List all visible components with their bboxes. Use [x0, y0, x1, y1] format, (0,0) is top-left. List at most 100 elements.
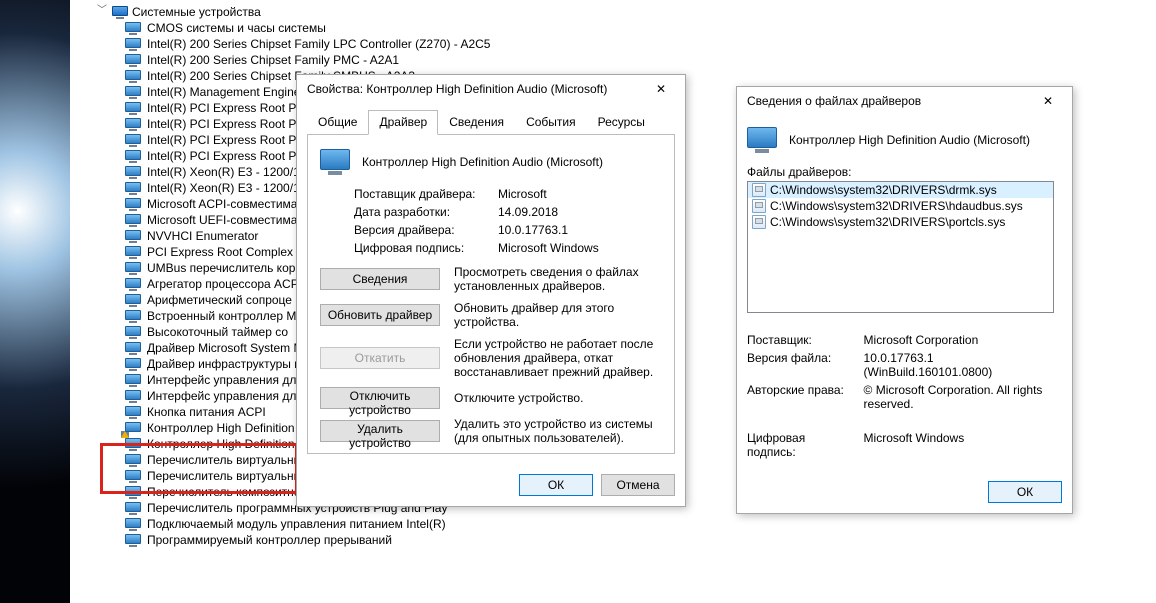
tree-item-label: Microsoft UEFI-совместима: [147, 212, 297, 228]
device-icon: [125, 358, 141, 371]
prop-label: Поставщик драйвера:: [354, 185, 498, 203]
tab-Ресурсы[interactable]: Ресурсы: [587, 110, 656, 135]
tree-item[interactable]: CMOS системы и часы системы: [125, 20, 1156, 36]
driver-action-desc: Если устройство не работает после обновл…: [454, 337, 668, 379]
prop-value: Microsoft Windows: [864, 429, 1062, 461]
device-icon: [125, 262, 141, 275]
device-name: Контроллер High Definition Audio (Micros…: [362, 155, 603, 169]
device-icon: [125, 38, 141, 51]
tree-item-label: Intel(R) PCI Express Root Por: [147, 148, 307, 164]
prop-value: 10.0.17763.1 (WinBuild.160101.0800): [864, 349, 1062, 381]
ok-button[interactable]: ОК: [988, 481, 1062, 503]
file-icon: [752, 199, 766, 213]
tree-item-label: PCI Express Root Complex: [147, 244, 293, 260]
tree-item[interactable]: Подключаемый модуль управления питанием …: [125, 516, 1156, 532]
tree-item-label: Интерфейс управления для: [147, 372, 303, 388]
driver-action-button[interactable]: Отключить устройство: [320, 387, 440, 409]
device-icon: [125, 182, 141, 195]
prop-label: Версия драйвера:: [354, 221, 498, 239]
device-icon: [125, 166, 141, 179]
tree-item-label: Intel(R) Management Engine: [147, 84, 300, 100]
device-icon: [125, 518, 141, 531]
tab-strip: ОбщиеДрайверСведенияСобытияРесурсы: [307, 109, 675, 135]
tree-item-label: Перечислитель виртуальны: [147, 452, 302, 468]
tree-item-label: Подключаемый модуль управления питанием …: [147, 516, 446, 532]
prop-label: Цифровая подпись:: [747, 429, 864, 461]
device-icon: [125, 134, 141, 147]
driver-action-button[interactable]: Обновить драйвер: [320, 304, 440, 326]
prop-value: Microsoft: [498, 185, 607, 203]
device-icon: [125, 534, 141, 547]
tree-item-label: Интерфейс управления для: [147, 388, 303, 404]
driver-action-desc: Удалить это устройство из системы (для о…: [454, 417, 668, 445]
tab-Сведения[interactable]: Сведения: [438, 110, 515, 135]
tree-root-label: Системные устройства: [132, 4, 261, 20]
device-icon: [125, 118, 141, 131]
tree-item-label: Intel(R) Xeon(R) E3 - 1200/15: [147, 164, 306, 180]
device-icon: [125, 198, 141, 211]
tree-item-label: Microsoft ACPI-совместима: [147, 196, 297, 212]
prop-value: Microsoft Corporation: [864, 331, 1062, 349]
tab-События[interactable]: События: [515, 110, 587, 135]
driver-file-item[interactable]: C:\Windows\system32\DRIVERS\drmk.sys: [748, 182, 1053, 198]
cancel-button[interactable]: Отмена: [601, 474, 675, 496]
driver-action-button[interactable]: Сведения: [320, 268, 440, 290]
tree-root[interactable]: ﹀ Системные устройства: [96, 4, 1156, 20]
device-icon: [125, 70, 141, 83]
device-icon: [125, 470, 141, 483]
driver-properties-table: Поставщик драйвера:MicrosoftДата разрабо…: [354, 185, 607, 257]
tree-item-label: Intel(R) 200 Series Chipset Family LPC C…: [147, 36, 490, 52]
driver-file-item[interactable]: C:\Windows\system32\DRIVERS\portcls.sys: [748, 214, 1053, 230]
device-icon: [747, 127, 777, 153]
device-icon: [125, 502, 141, 515]
tree-item-label: UMBus перечислитель кор: [147, 260, 295, 276]
tree-item[interactable]: Intel(R) 200 Series Chipset Family PMC -…: [125, 52, 1156, 68]
device-icon: [125, 438, 141, 451]
device-icon: [125, 102, 141, 115]
device-name: Контроллер High Definition Audio (Micros…: [789, 133, 1030, 147]
tree-item[interactable]: Intel(R) 200 Series Chipset Family LPC C…: [125, 36, 1156, 52]
file-icon: [752, 183, 766, 197]
prop-label: Авторские права:: [747, 381, 864, 413]
device-icon: [125, 406, 141, 419]
device-icon: [125, 54, 141, 67]
dialog-title: Сведения о файлах драйверов: [747, 94, 921, 108]
device-icon: [125, 374, 141, 387]
tree-item-label: Intel(R) PCI Express Root Por: [147, 132, 307, 148]
tree-item-label: Кнопка питания ACPI: [147, 404, 266, 420]
tree-item-label: CMOS системы и часы системы: [147, 20, 326, 36]
tree-item-label: Intel(R) PCI Express Root Por: [147, 116, 307, 132]
device-icon: [125, 246, 141, 259]
tree-item[interactable]: Программируемый контроллер прерываний: [125, 532, 1156, 548]
device-icon: [125, 22, 141, 35]
driver-file-item[interactable]: C:\Windows\system32\DRIVERS\hdaudbus.sys: [748, 198, 1053, 214]
ok-button[interactable]: ОК: [519, 474, 593, 496]
driver-file-path: C:\Windows\system32\DRIVERS\hdaudbus.sys: [770, 199, 1023, 213]
driver-action-desc: Отключите устройство.: [454, 391, 668, 405]
dialog-title: Свойства: Контроллер High Definition Aud…: [307, 82, 607, 96]
driver-file-path: C:\Windows\system32\DRIVERS\drmk.sys: [770, 183, 997, 197]
collapse-icon[interactable]: ﹀: [96, 3, 108, 19]
driver-action-button[interactable]: Удалить устройство: [320, 420, 440, 442]
device-icon: [125, 230, 141, 243]
close-button[interactable]: ✕: [645, 79, 677, 99]
device-warning-icon: [125, 422, 141, 435]
tree-item-label: Контроллер High Definition: [147, 436, 295, 452]
close-button[interactable]: ✕: [1032, 91, 1064, 111]
prop-label: Цифровая подпись:: [354, 239, 498, 257]
device-icon: [125, 214, 141, 227]
prop-label: Поставщик:: [747, 331, 864, 349]
device-icon: [125, 294, 141, 307]
prop-label: Версия файла:: [747, 349, 864, 381]
device-icon: [125, 150, 141, 163]
tree-item-label: Агрегатор процессора ACP: [147, 276, 299, 292]
tab-Драйвер[interactable]: Драйвер: [368, 110, 438, 135]
prop-value: Microsoft Windows: [498, 239, 607, 257]
device-icon: [125, 310, 141, 323]
driver-files-listbox[interactable]: C:\Windows\system32\DRIVERS\drmk.sys C:\W…: [747, 181, 1054, 313]
tree-item-label: Intel(R) 200 Series Chipset Family PMC -…: [147, 52, 399, 68]
driver-file-path: C:\Windows\system32\DRIVERS\portcls.sys: [770, 215, 1005, 229]
tree-item-label: Драйвер инфраструктуры п: [147, 356, 301, 372]
computer-icon: [112, 6, 128, 19]
tab-Общие[interactable]: Общие: [307, 110, 368, 135]
